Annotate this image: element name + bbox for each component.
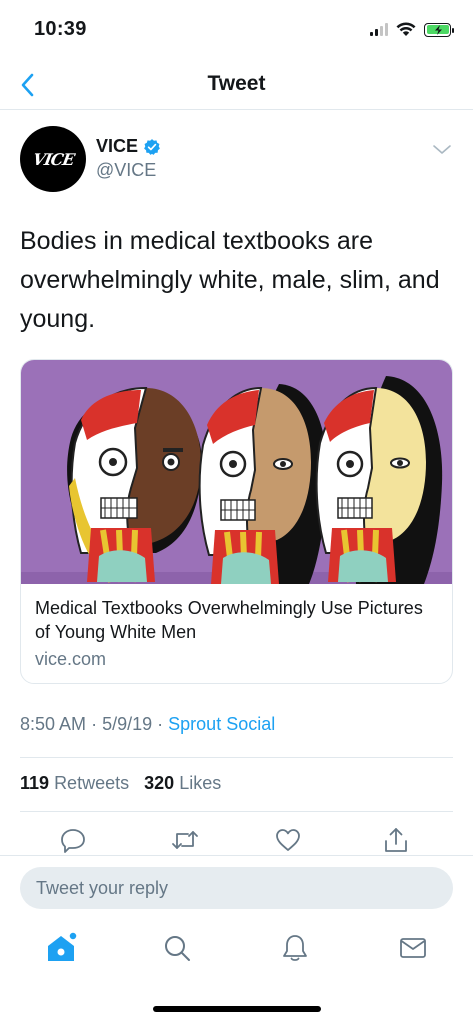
- author-name-label: VICE: [96, 136, 139, 156]
- chevron-down-icon: [433, 145, 451, 154]
- tab-notifications[interactable]: [278, 931, 312, 965]
- verified-badge-icon: [144, 138, 160, 155]
- retweets-count: 119: [20, 773, 50, 793]
- tab-messages[interactable]: [396, 931, 430, 965]
- likes-label: Likes: [179, 773, 222, 793]
- separator: ·: [157, 714, 164, 734]
- retweet-button[interactable]: [170, 825, 200, 855]
- wifi-icon: [396, 22, 416, 36]
- notifications-icon: [283, 935, 307, 961]
- tweet-text: Bodies in medical textbooks are overwhel…: [20, 227, 440, 333]
- tweet-time: 8:50 AM: [20, 714, 87, 734]
- tweet-options-button[interactable]: [431, 140, 453, 158]
- reply-icon: [61, 829, 85, 853]
- home-indicator[interactable]: [153, 1006, 321, 1012]
- search-icon: [165, 936, 190, 961]
- battery-icon: [424, 22, 454, 37]
- status-icons: [370, 22, 454, 37]
- card-image: [21, 360, 452, 584]
- separator: ·: [91, 714, 98, 734]
- retweets-stat[interactable]: 119 Retweets: [20, 773, 129, 793]
- tab-home[interactable]: [44, 931, 78, 965]
- share-icon: [385, 828, 407, 852]
- author-name[interactable]: VICE: [96, 136, 161, 157]
- likes-count: 320: [144, 773, 175, 793]
- tweet-timestamp: 8:50 AM · 5/9/19 · Sprout Social: [20, 714, 275, 735]
- retweet-icon: [172, 831, 198, 849]
- status-time: 10:39: [34, 18, 87, 40]
- avatar[interactable]: VICE: [20, 126, 86, 192]
- link-card[interactable]: Medical Textbooks Overwhelmingly Use Pic…: [20, 359, 453, 684]
- like-icon: [276, 829, 300, 851]
- divider: [20, 757, 453, 758]
- likes-stat[interactable]: 320 Likes: [144, 773, 221, 793]
- reply-input[interactable]: [20, 867, 453, 909]
- reply-bar: [0, 855, 473, 915]
- cellular-signal-icon: [370, 23, 388, 36]
- messages-icon: [400, 938, 426, 958]
- share-button[interactable]: [381, 825, 411, 855]
- reply-button[interactable]: [58, 825, 88, 855]
- card-domain: vice.com: [35, 649, 107, 669]
- like-button[interactable]: [273, 825, 303, 855]
- tab-search[interactable]: [160, 931, 194, 965]
- tweet-source-link[interactable]: Sprout Social: [168, 714, 275, 734]
- retweets-label: Retweets: [54, 773, 130, 793]
- nav-header: Tweet: [0, 60, 473, 110]
- page-title: Tweet: [207, 72, 266, 95]
- tab-bar: [0, 925, 473, 975]
- tweet-date: 5/9/19: [102, 714, 153, 734]
- status-bar: 10:39: [0, 0, 473, 60]
- tweet-actions: [0, 825, 473, 857]
- author-handle[interactable]: @VICE: [96, 160, 156, 181]
- avatar-logo-text: VICE: [30, 149, 76, 169]
- home-icon: [48, 931, 78, 961]
- card-title: Medical Textbooks Overwhelmingly Use Pic…: [35, 598, 423, 642]
- divider: [20, 811, 453, 812]
- tweet-stats: 119 Retweets 320 Likes: [20, 773, 221, 794]
